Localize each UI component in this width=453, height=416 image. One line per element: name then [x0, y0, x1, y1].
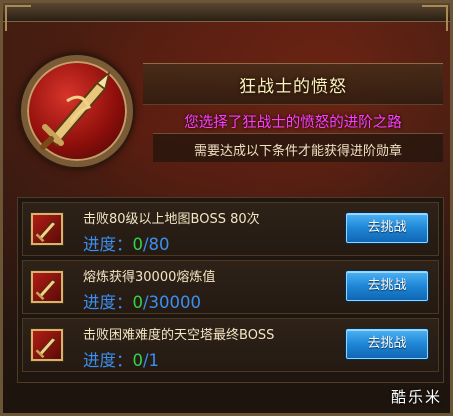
panel-frame: 狂战士的愤怒 您选择了狂战士的愤怒的进阶之路 需要达成以下条件才能获得进阶勋章 … — [0, 0, 453, 416]
frame-corner-ornament — [422, 5, 448, 31]
progress-label: 进度： — [83, 293, 133, 312]
berserker-emblem — [21, 55, 133, 167]
progress-current: 0 — [132, 293, 144, 312]
progress-total: /80 — [143, 235, 170, 254]
task-progress: 进度：0/80 — [83, 231, 170, 255]
frame-corner-ornament — [5, 5, 31, 31]
challenge-button[interactable]: 去挑战 — [346, 213, 428, 243]
task-progress: 进度：0/1 — [83, 347, 159, 371]
progress-total: /1 — [143, 351, 160, 370]
progress-current: 0 — [132, 351, 144, 370]
task-row: 熔炼获得30000熔炼值 进度：0/30000 去挑战 — [22, 260, 439, 314]
task-sword-icon — [31, 213, 63, 245]
task-description: 击败困难难度的天空塔最终BOSS — [83, 328, 275, 343]
path-subtitle: 您选择了狂战士的愤怒的进阶之路 — [184, 115, 402, 131]
task-description: 击败80级以上地图BOSS 80次 — [83, 212, 260, 227]
requirement-banner: 需要达成以下条件才能获得进阶勋章 — [153, 133, 443, 162]
task-row: 击败80级以上地图BOSS 80次 进度：0/80 去挑战 — [22, 202, 439, 256]
task-sword-icon — [31, 271, 63, 303]
challenge-button[interactable]: 去挑战 — [346, 329, 428, 359]
task-description: 熔炼获得30000熔炼值 — [83, 270, 216, 285]
task-row: 击败困难难度的天空塔最终BOSS 进度：0/1 去挑战 — [22, 318, 439, 372]
task-list: 击败80级以上地图BOSS 80次 进度：0/80 去挑战 熔炼获得30000熔… — [17, 197, 444, 383]
title-banner: 狂战士的愤怒 — [143, 63, 443, 105]
requirement-text: 需要达成以下条件才能获得进阶勋章 — [193, 144, 402, 159]
progress-label: 进度： — [83, 235, 133, 254]
sword-emblem-icon — [40, 70, 111, 150]
progress-label: 进度： — [83, 351, 133, 370]
task-sword-icon — [31, 329, 63, 361]
progress-current: 0 — [132, 235, 144, 254]
challenge-button[interactable]: 去挑战 — [346, 271, 428, 301]
task-progress: 进度：0/30000 — [83, 289, 201, 313]
page-title: 狂战士的愤怒 — [239, 77, 347, 97]
watermark-logo: 酷乐米 — [390, 388, 442, 406]
progress-total: /30000 — [143, 293, 202, 312]
